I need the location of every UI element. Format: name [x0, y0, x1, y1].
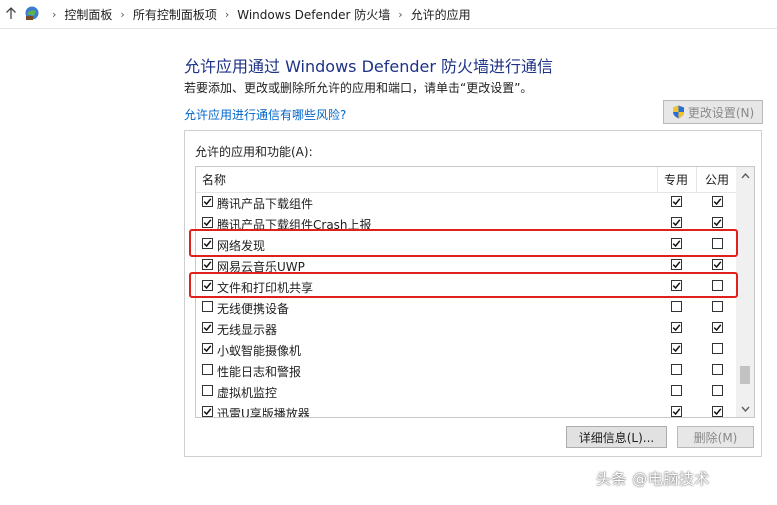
private-checkbox[interactable]	[671, 196, 682, 207]
breadcrumb-all-items[interactable]: 所有控制面板项	[133, 6, 217, 23]
chevron-right-icon[interactable]: ›	[120, 8, 124, 21]
highlight-network-discovery	[189, 229, 738, 257]
details-button[interactable]: 详细信息(L)...	[566, 426, 667, 448]
vertical-scrollbar[interactable]	[736, 167, 754, 417]
breadcrumb-allowed-apps[interactable]: 允许的应用	[411, 6, 471, 23]
app-name: 虚拟机监控	[217, 386, 278, 400]
enabled-checkbox[interactable]	[202, 259, 213, 270]
uac-shield-icon	[672, 105, 684, 119]
list-item[interactable]: 虚拟机监控	[196, 381, 736, 402]
list-item[interactable]: 腾讯产品下载组件	[196, 192, 736, 213]
public-checkbox[interactable]	[712, 406, 723, 417]
private-checkbox[interactable]	[671, 301, 682, 312]
app-name: 无线便携设备	[217, 302, 290, 316]
scroll-down-icon[interactable]	[736, 400, 754, 417]
public-checkbox[interactable]	[712, 217, 723, 228]
chevron-right-icon[interactable]: ›	[398, 8, 402, 21]
list-rows: 腾讯产品下载组件 腾讯产品下载组件Crash上报 网络发现 网易云音乐UWP 文件和打印…	[196, 192, 736, 418]
private-checkbox[interactable]	[671, 322, 682, 333]
column-private[interactable]: 专用	[664, 171, 688, 188]
chevron-right-icon[interactable]: ›	[52, 8, 56, 21]
list-item[interactable]: 无线便携设备	[196, 297, 736, 318]
enabled-checkbox[interactable]	[202, 343, 213, 354]
public-checkbox[interactable]	[712, 301, 723, 312]
app-name: 小蚁智能摄像机	[217, 344, 302, 358]
address-bar: › 控制面板 › 所有控制面板项 › Windows Defender 防火墙 …	[0, 0, 777, 29]
column-name[interactable]: 名称	[202, 171, 226, 188]
enabled-checkbox[interactable]	[202, 364, 213, 375]
enabled-checkbox[interactable]	[202, 406, 213, 417]
enabled-checkbox[interactable]	[202, 301, 213, 312]
public-checkbox[interactable]	[712, 364, 723, 375]
list-item[interactable]: 小蚁智能摄像机	[196, 339, 736, 360]
private-checkbox[interactable]	[671, 364, 682, 375]
app-name: 迅雷U享版播放器	[217, 407, 310, 418]
change-settings-label: 更改设置(N)	[687, 105, 755, 120]
page-title: 允许应用通过 Windows Defender 防火墙进行通信	[184, 57, 554, 76]
app-name: 性能日志和警报	[217, 365, 302, 379]
public-checkbox[interactable]	[712, 196, 723, 207]
breadcrumb-control-panel[interactable]: 控制面板	[64, 6, 112, 23]
public-checkbox[interactable]	[712, 343, 723, 354]
change-settings-button[interactable]: 更改设置(N)	[663, 100, 763, 124]
up-arrow-icon[interactable]	[4, 6, 18, 20]
private-checkbox[interactable]	[671, 217, 682, 228]
watermark: 头条 @电脑技术	[596, 470, 710, 488]
risk-link[interactable]: 允许应用进行通信有哪些风险?	[184, 106, 346, 123]
public-checkbox[interactable]	[712, 259, 723, 270]
public-checkbox[interactable]	[712, 322, 723, 333]
app-name: 腾讯产品下载组件	[217, 197, 314, 211]
scroll-up-icon[interactable]	[736, 167, 754, 184]
private-checkbox[interactable]	[671, 385, 682, 396]
breadcrumb: › 控制面板 › 所有控制面板项 › Windows Defender 防火墙 …	[44, 0, 471, 28]
private-checkbox[interactable]	[671, 343, 682, 354]
list-item[interactable]: 性能日志和警报	[196, 360, 736, 381]
column-divider	[657, 167, 658, 192]
list-item[interactable]: 迅雷U享版播放器	[196, 402, 736, 418]
column-divider	[696, 167, 697, 192]
allowed-apps-label: 允许的应用和功能(A):	[195, 145, 313, 159]
breadcrumb-firewall[interactable]: Windows Defender 防火墙	[237, 6, 390, 23]
private-checkbox[interactable]	[671, 259, 682, 270]
control-panel-icon	[25, 6, 39, 20]
delete-button[interactable]: 删除(M)	[677, 426, 754, 448]
enabled-checkbox[interactable]	[202, 385, 213, 396]
column-public[interactable]: 公用	[705, 171, 729, 188]
scrollbar-thumb[interactable]	[740, 366, 750, 384]
list-header: 名称 专用 公用	[196, 167, 736, 193]
chevron-right-icon[interactable]: ›	[225, 8, 229, 21]
enabled-checkbox[interactable]	[202, 196, 213, 207]
private-checkbox[interactable]	[671, 406, 682, 417]
enabled-checkbox[interactable]	[202, 217, 213, 228]
list-item[interactable]: 无线显示器	[196, 318, 736, 339]
enabled-checkbox[interactable]	[202, 322, 213, 333]
highlight-file-printer-sharing	[189, 272, 738, 298]
page-subtitle: 若要添加、更改或删除所允许的应用和端口，请单击“更改设置”。	[184, 81, 533, 95]
app-name: 无线显示器	[217, 323, 278, 337]
public-checkbox[interactable]	[712, 385, 723, 396]
